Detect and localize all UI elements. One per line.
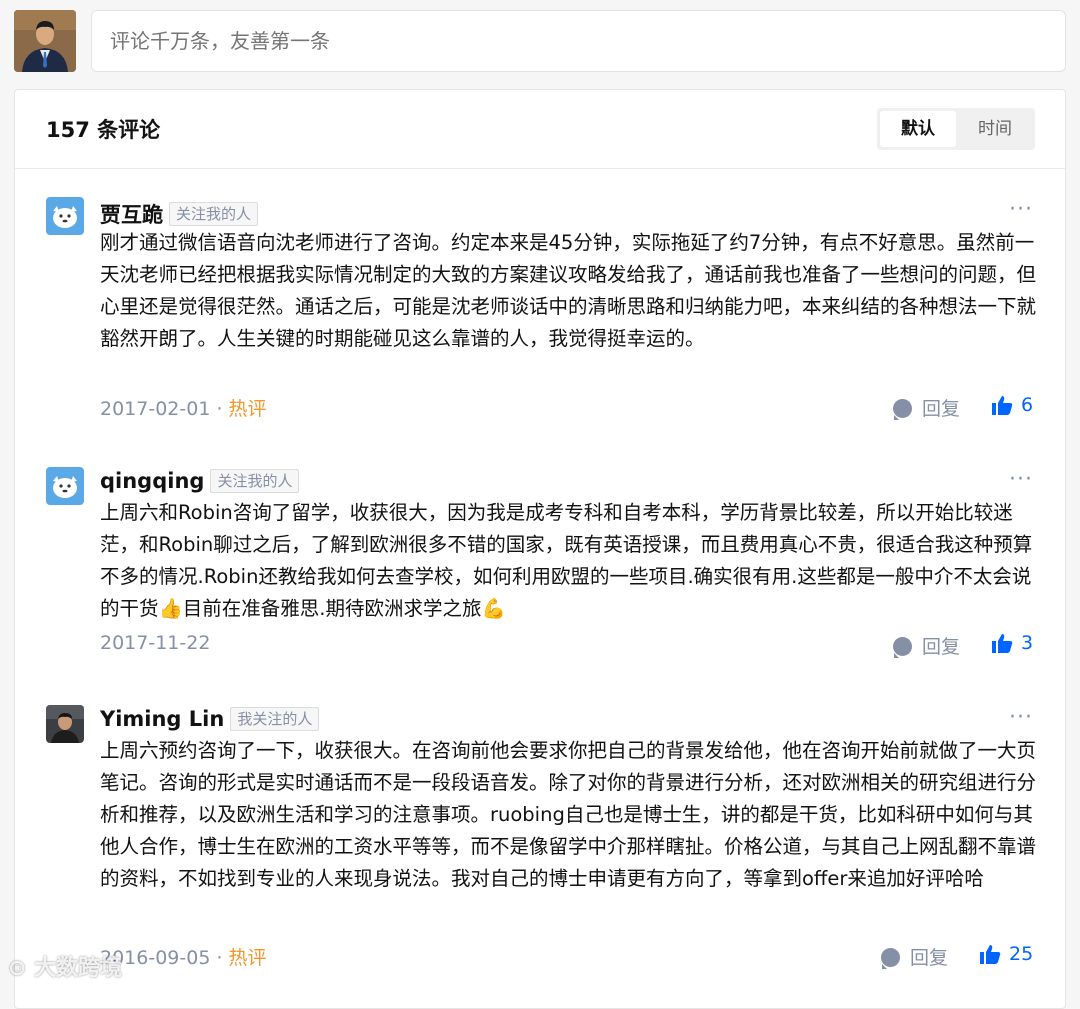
comment-text: 刚才通过微信语音向沈老师进行了咨询。约定本来是45分钟，实际拖延了约7分钟，有点… — [100, 231, 1037, 350]
thumbs-up-icon — [992, 396, 1013, 415]
sort-default-tab[interactable]: 默认 — [880, 111, 956, 147]
comment-meta: 2017-11-22 — [100, 632, 210, 654]
watermark: ⊙ 大数跨境 — [8, 950, 122, 982]
reply-bubble-icon — [881, 948, 900, 969]
current-user-avatar[interactable] — [14, 10, 76, 72]
more-icon[interactable]: ··· — [1009, 197, 1033, 222]
author-avatar[interactable] — [46, 197, 84, 235]
author-name[interactable]: 贾互跪 — [100, 203, 163, 227]
author-line: Yiming Lin 我关注的人 — [100, 707, 320, 735]
hot-badge: 热评 — [228, 398, 267, 420]
like-button[interactable]: 25 — [979, 943, 1033, 965]
comment-input[interactable] — [91, 10, 1066, 72]
reply-button[interactable]: 回复 — [893, 632, 960, 659]
reply-label: 回复 — [910, 947, 949, 969]
comments-panel: 157 条评论 默认 时间 贾互跪 关注我的人 ··· 刚才通过微信语音向沈老师进… — [14, 89, 1066, 1009]
author-avatar[interactable] — [46, 705, 84, 743]
comment-count: 157 条评论 — [46, 118, 161, 142]
comment-text: 上周六预约咨询了一下，收获很大。在咨询前他会要求你把自己的背景发给他，他在咨询开… — [100, 739, 1037, 890]
reply-label: 回复 — [922, 636, 961, 658]
like-button[interactable]: 3 — [991, 632, 1033, 654]
comment-date: 2017-11-22 — [100, 632, 211, 654]
follow-tag: 关注我的人 — [210, 469, 300, 493]
thumbs-up-icon — [980, 945, 1001, 964]
comment-date: 2017-02-01 — [100, 398, 211, 420]
sort-time-tab[interactable]: 时间 — [957, 111, 1033, 147]
reply-label: 回复 — [922, 398, 961, 420]
author-line: qingqing 关注我的人 — [100, 469, 300, 497]
watermark-logo-icon: ⊙ — [8, 956, 35, 981]
follow-tag: 关注我的人 — [169, 202, 259, 226]
like-count: 3 — [1021, 632, 1034, 654]
author-name[interactable]: Yiming Lin — [100, 707, 224, 731]
comment-meta: 2017-02-01 · 热评 — [100, 394, 267, 421]
like-count: 6 — [1021, 394, 1034, 416]
author-avatar[interactable] — [46, 467, 84, 505]
thumbs-up-icon — [992, 634, 1013, 653]
like-button[interactable]: 6 — [991, 394, 1033, 416]
reply-bubble-icon — [893, 637, 912, 658]
follow-tag: 我关注的人 — [230, 707, 320, 731]
watermark-text: 大数跨境 — [34, 956, 123, 981]
meta-separator: · — [210, 947, 229, 969]
hot-badge: 热评 — [228, 947, 267, 969]
comments-header: 157 条评论 默认 时间 — [15, 90, 1065, 169]
more-icon[interactable]: ··· — [1009, 705, 1033, 730]
comment-composer — [0, 0, 1080, 88]
sort-toggle: 默认 时间 — [877, 108, 1035, 150]
reply-bubble-icon — [893, 399, 912, 420]
comment-text: 上周六和Robin咨询了留学，收获很大，因为我是成考专科和自考本科，学历背景比较… — [100, 501, 1033, 620]
reply-button[interactable]: 回复 — [881, 943, 948, 970]
reply-button[interactable]: 回复 — [893, 394, 960, 421]
like-count: 25 — [1009, 943, 1034, 965]
author-line: 贾互跪 关注我的人 — [100, 199, 259, 227]
more-icon[interactable]: ··· — [1009, 467, 1033, 492]
meta-separator: · — [210, 398, 229, 420]
comment-meta: 2016-09-05 · 热评 — [100, 943, 267, 970]
author-name[interactable]: qingqing — [100, 469, 204, 493]
